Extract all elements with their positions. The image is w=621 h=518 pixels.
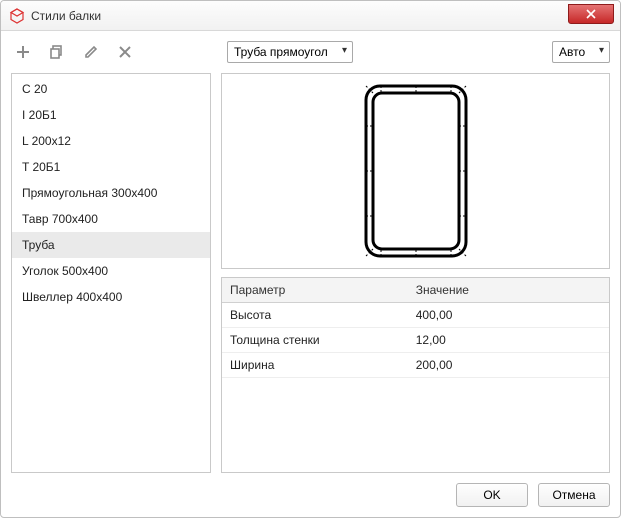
toolbar: Труба прямоугол Авто — [11, 41, 610, 63]
table-row[interactable]: Высота400,00 — [222, 303, 609, 328]
titlebar: Стили балки — [1, 1, 620, 31]
list-item-label: L 200x12 — [22, 134, 71, 148]
delete-icon[interactable] — [117, 44, 133, 60]
col-header-param[interactable]: Параметр — [222, 278, 408, 303]
dialog-footer: OK Отмена — [11, 473, 610, 507]
params-table-wrap: Параметр Значение Высота400,00Толщина ст… — [221, 277, 610, 473]
close-button[interactable] — [568, 4, 614, 24]
list-item[interactable]: Уголок 500x400 — [12, 258, 210, 284]
table-row[interactable]: Толщина стенки12,00 — [222, 328, 609, 353]
zoom-dropdown-value: Авто — [559, 45, 585, 59]
cancel-button[interactable]: Отмена — [538, 483, 610, 507]
dialog-window: Стили балки Труба прямоуг — [0, 0, 621, 518]
section-preview — [221, 73, 610, 269]
list-item[interactable]: С 20 — [12, 76, 210, 102]
dialog-body: Труба прямоугол Авто С 20 I 20Б1 L 200x12 T… — [1, 31, 620, 517]
list-item[interactable]: T 20Б1 — [12, 154, 210, 180]
edit-icon[interactable] — [83, 44, 99, 60]
list-item-label: Тавр 700x400 — [22, 212, 98, 226]
profile-dropdown[interactable]: Труба прямоугол — [227, 41, 353, 63]
cell-value[interactable]: 400,00 — [408, 303, 609, 328]
tube-profile-icon — [361, 81, 471, 261]
list-item-label: Швеллер 400x400 — [22, 290, 122, 304]
list-item[interactable]: L 200x12 — [12, 128, 210, 154]
list-item[interactable]: Труба — [12, 232, 210, 258]
toolbar-left — [11, 44, 137, 60]
cell-param: Ширина — [222, 353, 408, 378]
profile-dropdown-value: Труба прямоугол — [234, 45, 328, 59]
cell-value[interactable]: 12,00 — [408, 328, 609, 353]
list-item[interactable]: Прямоугольная 300x400 — [12, 180, 210, 206]
table-row[interactable]: Ширина200,00 — [222, 353, 609, 378]
styles-list: С 20 I 20Б1 L 200x12 T 20Б1 Прямоугольная 30… — [11, 73, 211, 473]
list-item-label: T 20Б1 — [22, 160, 60, 174]
params-table: Параметр Значение Высота400,00Толщина ст… — [222, 278, 609, 378]
list-item[interactable]: I 20Б1 — [12, 102, 210, 128]
cell-param: Толщина стенки — [222, 328, 408, 353]
list-item-label: I 20Б1 — [22, 108, 57, 122]
col-header-value[interactable]: Значение — [408, 278, 609, 303]
cell-value[interactable]: 200,00 — [408, 353, 609, 378]
right-panel: Параметр Значение Высота400,00Толщина ст… — [221, 73, 610, 473]
list-item-label: Труба — [22, 238, 55, 252]
cell-param: Высота — [222, 303, 408, 328]
add-icon[interactable] — [15, 44, 31, 60]
copy-icon[interactable] — [49, 44, 65, 60]
list-item[interactable]: Швеллер 400x400 — [12, 284, 210, 310]
list-item-label: Уголок 500x400 — [22, 264, 108, 278]
main-split: С 20 I 20Б1 L 200x12 T 20Б1 Прямоугольная 30… — [11, 73, 610, 473]
app-icon — [9, 8, 25, 24]
ok-button[interactable]: OK — [456, 483, 528, 507]
zoom-dropdown[interactable]: Авто — [552, 41, 610, 63]
window-title: Стили балки — [31, 9, 101, 23]
list-item[interactable]: Тавр 700x400 — [12, 206, 210, 232]
list-item-label: Прямоугольная 300x400 — [22, 186, 157, 200]
list-item-label: С 20 — [22, 82, 47, 96]
